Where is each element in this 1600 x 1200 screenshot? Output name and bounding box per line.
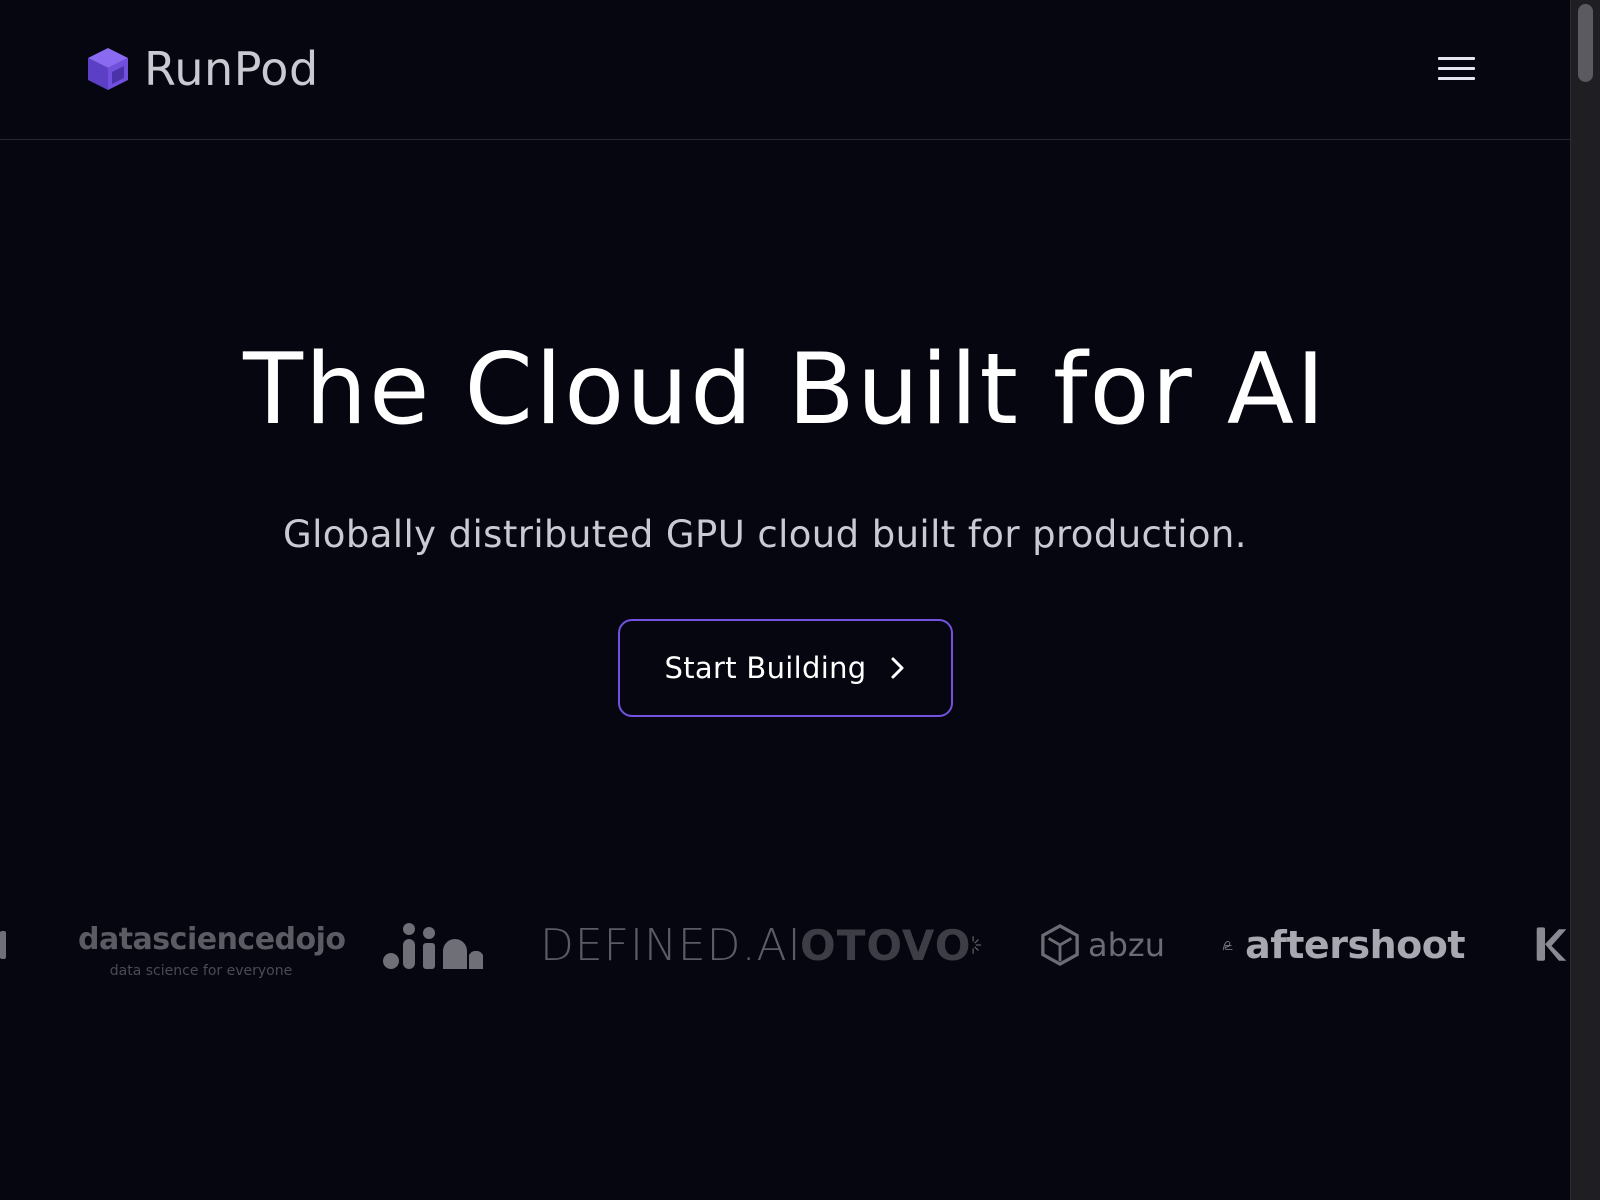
hamburger-menu-icon: [1438, 57, 1478, 80]
hero-title: The Cloud Built for AI: [243, 333, 1327, 447]
start-building-button[interactable]: Start Building: [618, 619, 953, 717]
definedai-logo: DEFINED.AI: [540, 905, 801, 985]
customer-logos-strip: datasciencedojo data science for everyon…: [0, 905, 1570, 985]
jina-logo-mark: [383, 923, 483, 969]
otovo-logo-text: OTOVO: [800, 920, 972, 970]
datasciencedojo-tagline: data science for everyone: [109, 963, 293, 979]
aftershoot-a-icon: [1222, 941, 1233, 951]
scrollbar-thumb[interactable]: [1578, 4, 1593, 82]
brand-home-link[interactable]: RunPod: [86, 45, 319, 93]
jina-logo: [381, 905, 484, 985]
aftershoot-logo: aftershoot: [1222, 905, 1465, 985]
definedai-logo-text: DEFINED.AI: [540, 919, 802, 971]
abzu-logo: abzu: [1040, 905, 1165, 985]
page: RunPod The Cloud Built for AI Globally d…: [0, 0, 1570, 1200]
otovo-sun-icon: [972, 936, 982, 954]
runpod-logo-icon: [88, 48, 128, 90]
aftershoot-logo-text: aftershoot: [1245, 923, 1465, 967]
partial-logo-right: [1533, 905, 1570, 985]
brand-name: RunPod: [144, 42, 319, 96]
chevron-right-icon: [891, 657, 904, 679]
otovo-logo: OTOVO: [800, 905, 982, 985]
datasciencedojo-logo: datasciencedojo data science for everyon…: [78, 905, 346, 985]
abzu-logo-text: abzu: [1088, 926, 1165, 964]
hamburger-menu-button[interactable]: [1438, 53, 1478, 85]
hero-subtitle: Globally distributed GPU cloud built for…: [283, 513, 1247, 556]
page-scrollbar[interactable]: [1570, 0, 1600, 1200]
datasciencedojo-logo-text: datasciencedojo: [78, 921, 346, 957]
partial-logo-left: [0, 905, 8, 985]
abzu-hexagon-icon: [1041, 924, 1079, 966]
site-header: RunPod: [0, 0, 1570, 140]
partial-k-logo-mark: [1536, 927, 1567, 961]
start-building-label: Start Building: [664, 651, 867, 685]
